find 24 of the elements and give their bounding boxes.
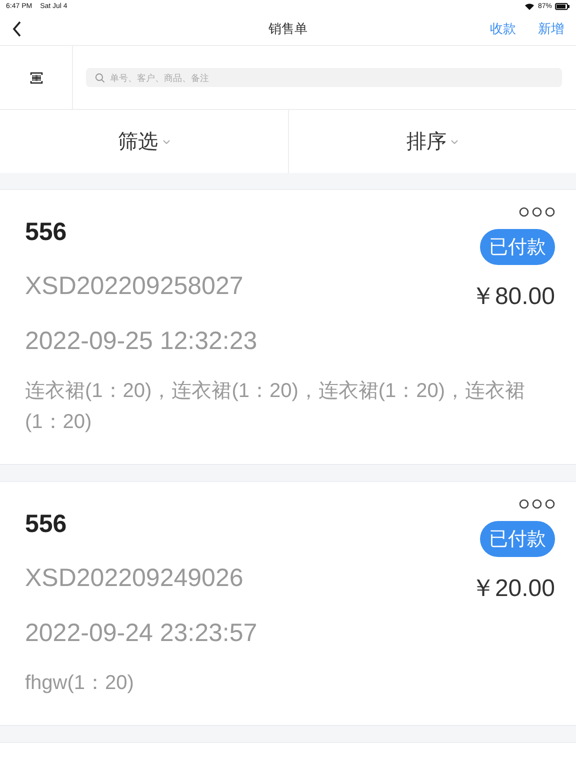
order-number: XSD202209249026 [25,564,244,593]
more-icon[interactable] [519,207,555,217]
status-badge: 已付款 [480,229,555,265]
search-input[interactable]: 单号、客户、商品、备注 [110,72,553,82]
back-icon[interactable] [12,20,22,36]
order-number: XSD202209258027 [25,272,244,301]
wifi-icon [524,2,534,10]
customer-name: 556 [25,218,68,247]
order-amount: ￥80.00 [470,282,555,312]
battery-icon [555,2,570,10]
chevron-down-icon [162,140,170,144]
search-field[interactable]: 单号、客户、商品、备注 [86,68,562,87]
order-items: fhgw(1：20) [25,671,135,696]
order-time: 2022-09-24 23:23:57 [25,619,258,648]
more-icon[interactable] [519,499,555,509]
customer-name: 556 [25,510,68,539]
order-items: 连衣裙(1：20)，连衣裙(1：20)，连衣裙(1：20)，连衣裙(1：20) [25,379,526,435]
order-amount: ￥20.00 [470,574,555,604]
page-title: 销售单 [268,20,308,38]
chevron-down-icon [451,140,458,144]
search-icon [95,72,105,82]
order-time: 2022-09-25 12:32:23 [25,327,258,356]
status-badge: 已付款 [480,521,555,557]
scan-icon[interactable] [30,72,42,84]
